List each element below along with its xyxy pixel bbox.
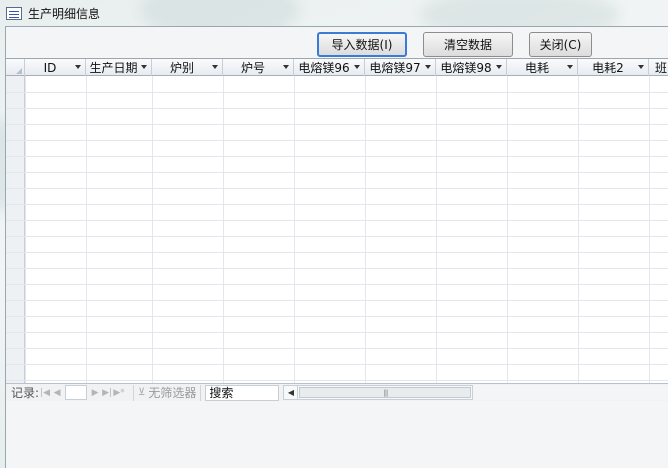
grid-row-line — [6, 220, 668, 221]
next-record-icon[interactable]: ▶ — [89, 386, 101, 400]
column-dropdown-icon[interactable] — [425, 65, 431, 69]
column-dropdown-icon[interactable] — [567, 65, 573, 69]
grid-column-line — [507, 76, 508, 383]
last-record-icon[interactable]: ▶| — [101, 386, 113, 400]
grid-column-line — [578, 76, 579, 383]
grid-row-line — [6, 268, 668, 269]
scroll-thumb[interactable]: ||| — [299, 387, 472, 398]
filter-label: 无筛选器 — [148, 386, 197, 400]
column-dropdown-icon[interactable] — [75, 65, 81, 69]
grid-row-line — [6, 252, 668, 253]
form-body: 导入数据(I) 清空数据 关闭(C) ID 生产日期 炉别 炉号 电熔镁96 电… — [5, 26, 668, 468]
grid-column-line — [25, 76, 26, 383]
datasheet-grid[interactable]: ID 生产日期 炉别 炉号 电熔镁96 电熔镁97 电熔镁98 电耗 电耗2 班 — [6, 58, 668, 383]
grid-row-line — [6, 172, 668, 173]
scroll-left-icon[interactable]: ◀ — [284, 386, 299, 399]
record-number-input[interactable] — [65, 385, 88, 400]
grid-row-line — [6, 188, 668, 189]
form-icon — [6, 6, 22, 20]
first-record-icon[interactable]: |◀ — [39, 386, 51, 400]
grid-row-line — [6, 332, 668, 333]
grid-row-line — [6, 204, 668, 205]
column-header-furnace-number[interactable]: 炉号 — [223, 59, 294, 76]
close-button[interactable]: 关闭(C) — [529, 32, 592, 57]
filter-icon: ⊻ — [138, 387, 146, 398]
import-button[interactable]: 导入数据(I) — [317, 32, 407, 57]
grid-row-line — [6, 380, 668, 381]
grid-body[interactable] — [6, 76, 668, 383]
column-dropdown-icon[interactable] — [141, 65, 147, 69]
record-navigation-bar: 记录: |◀ ◀ ▶ ▶| ▶* ⊻ 无筛选器 搜索 ◀ ||| — [6, 383, 668, 401]
column-header-furnace-type[interactable]: 炉别 — [152, 59, 223, 76]
column-dropdown-icon[interactable] — [638, 65, 644, 69]
column-dropdown-icon[interactable] — [354, 65, 360, 69]
column-header-production-date[interactable]: 生产日期 — [86, 59, 152, 76]
record-selector-column[interactable] — [6, 76, 25, 383]
grid-row-line — [6, 124, 668, 125]
window-titlebar: 生产明细信息 — [0, 0, 668, 26]
grid-row-line — [6, 108, 668, 109]
scrollbar-track[interactable] — [473, 385, 668, 400]
grid-column-line — [223, 76, 224, 383]
grid-column-line — [86, 76, 87, 383]
grid-column-line — [294, 76, 295, 383]
search-input[interactable]: 搜索 — [205, 384, 280, 401]
select-all-corner[interactable] — [6, 59, 25, 76]
column-header-power-consumption-2[interactable]: 电耗2 — [578, 59, 649, 76]
column-header-fused-magnesia-97[interactable]: 电熔镁97 — [365, 59, 436, 76]
column-header-fused-magnesia-98[interactable]: 电熔镁98 — [436, 59, 507, 76]
column-header-id[interactable]: ID — [25, 59, 86, 76]
grid-row-line — [6, 364, 668, 365]
grid-row-line — [6, 316, 668, 317]
column-dropdown-icon[interactable] — [212, 65, 218, 69]
grid-header: ID 生产日期 炉别 炉号 电熔镁96 电熔镁97 电熔镁98 电耗 电耗2 班 — [6, 59, 668, 76]
clear-button[interactable]: 清空数据 — [423, 32, 513, 57]
column-header-shift[interactable]: 班 — [649, 59, 668, 76]
grid-row-line — [6, 236, 668, 237]
column-dropdown-icon[interactable] — [283, 65, 289, 69]
grid-row-line — [6, 140, 668, 141]
filter-toggle[interactable]: ⊻ 无筛选器 — [133, 384, 202, 401]
column-header-fused-magnesia-96[interactable]: 电熔镁96 — [294, 59, 365, 76]
grid-row-line — [6, 92, 668, 93]
grid-column-line — [649, 76, 650, 383]
grid-row-line — [6, 300, 668, 301]
prev-record-icon[interactable]: ◀ — [51, 386, 63, 400]
column-header-power-consumption[interactable]: 电耗 — [507, 59, 578, 76]
grid-row-line — [6, 284, 668, 285]
record-label: 记录: — [11, 386, 40, 400]
grid-row-line — [6, 156, 668, 157]
grid-column-line — [436, 76, 437, 383]
window-title: 生产明细信息 — [28, 6, 101, 21]
grid-column-line — [152, 76, 153, 383]
column-dropdown-icon[interactable] — [496, 65, 502, 69]
horizontal-scrollbar[interactable]: ◀ ||| — [283, 385, 474, 400]
grid-row-line — [6, 348, 668, 349]
new-record-icon[interactable]: ▶* — [113, 386, 125, 400]
grid-column-line — [365, 76, 366, 383]
